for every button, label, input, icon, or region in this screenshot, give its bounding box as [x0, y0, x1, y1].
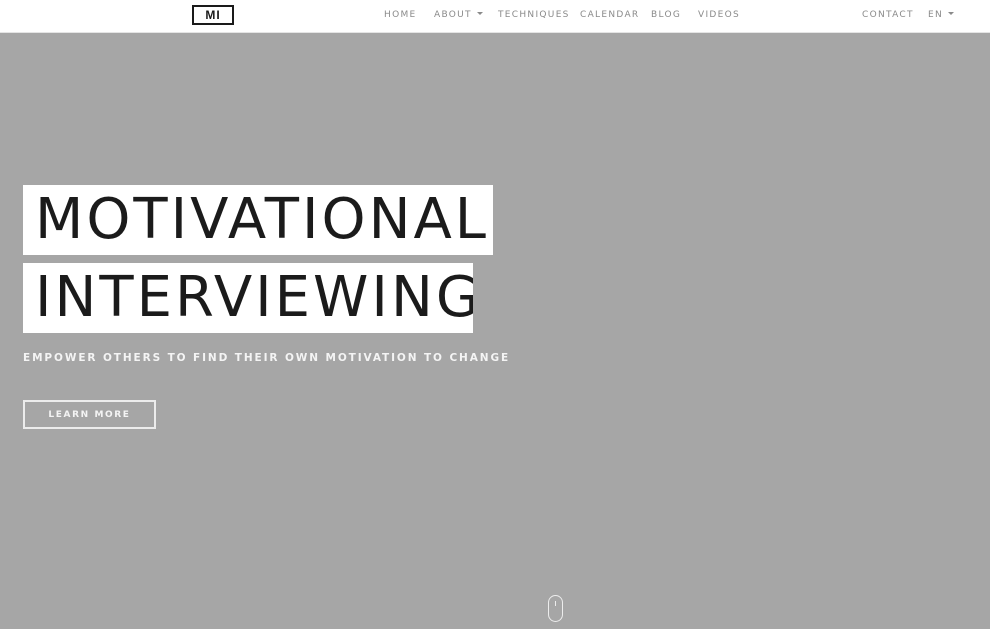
language-selector[interactable]: EN [928, 0, 955, 32]
chevron-down-icon [476, 12, 483, 15]
learn-more-button[interactable]: LEARN MORE [23, 400, 156, 429]
learn-more-label: LEARN MORE [48, 409, 131, 420]
hero-title-line-2-text: INTERVIEWING [35, 265, 473, 330]
logo-text: MI [205, 8, 221, 22]
mouse-scroll-icon[interactable] [548, 595, 563, 622]
nav-link-about-label: ABOUT [434, 10, 472, 20]
nav-link-contact[interactable]: CONTACT [862, 0, 914, 32]
chevron-down-icon [948, 12, 955, 15]
nav-link-blog[interactable]: BLOG [651, 0, 681, 32]
site-logo[interactable]: MI [192, 5, 234, 25]
scroll-wheel [555, 601, 556, 606]
top-navbar: MI HOME ABOUT TECHNIQUES CALENDAR BLOG V… [0, 0, 990, 33]
hero-title-line-2: INTERVIEWING [23, 263, 473, 333]
nav-link-home[interactable]: HOME [384, 0, 417, 32]
language-selector-label: EN [928, 10, 944, 20]
nav-link-calendar[interactable]: CALENDAR [580, 0, 639, 32]
hero-section: MOTIVATIONAL INTERVIEWING EMPOWER OTHERS… [0, 33, 990, 629]
nav-link-about[interactable]: ABOUT [434, 0, 483, 32]
hero-tagline: EMPOWER OTHERS TO FIND THEIR OWN MOTIVAT… [23, 352, 511, 364]
nav-link-videos[interactable]: VIDEOS [698, 0, 740, 32]
nav-link-techniques[interactable]: TECHNIQUES [498, 0, 570, 32]
hero-title-line-1: MOTIVATIONAL [23, 185, 493, 255]
hero-title-line-1-text: MOTIVATIONAL [35, 187, 490, 252]
page: MI HOME ABOUT TECHNIQUES CALENDAR BLOG V… [0, 0, 990, 630]
